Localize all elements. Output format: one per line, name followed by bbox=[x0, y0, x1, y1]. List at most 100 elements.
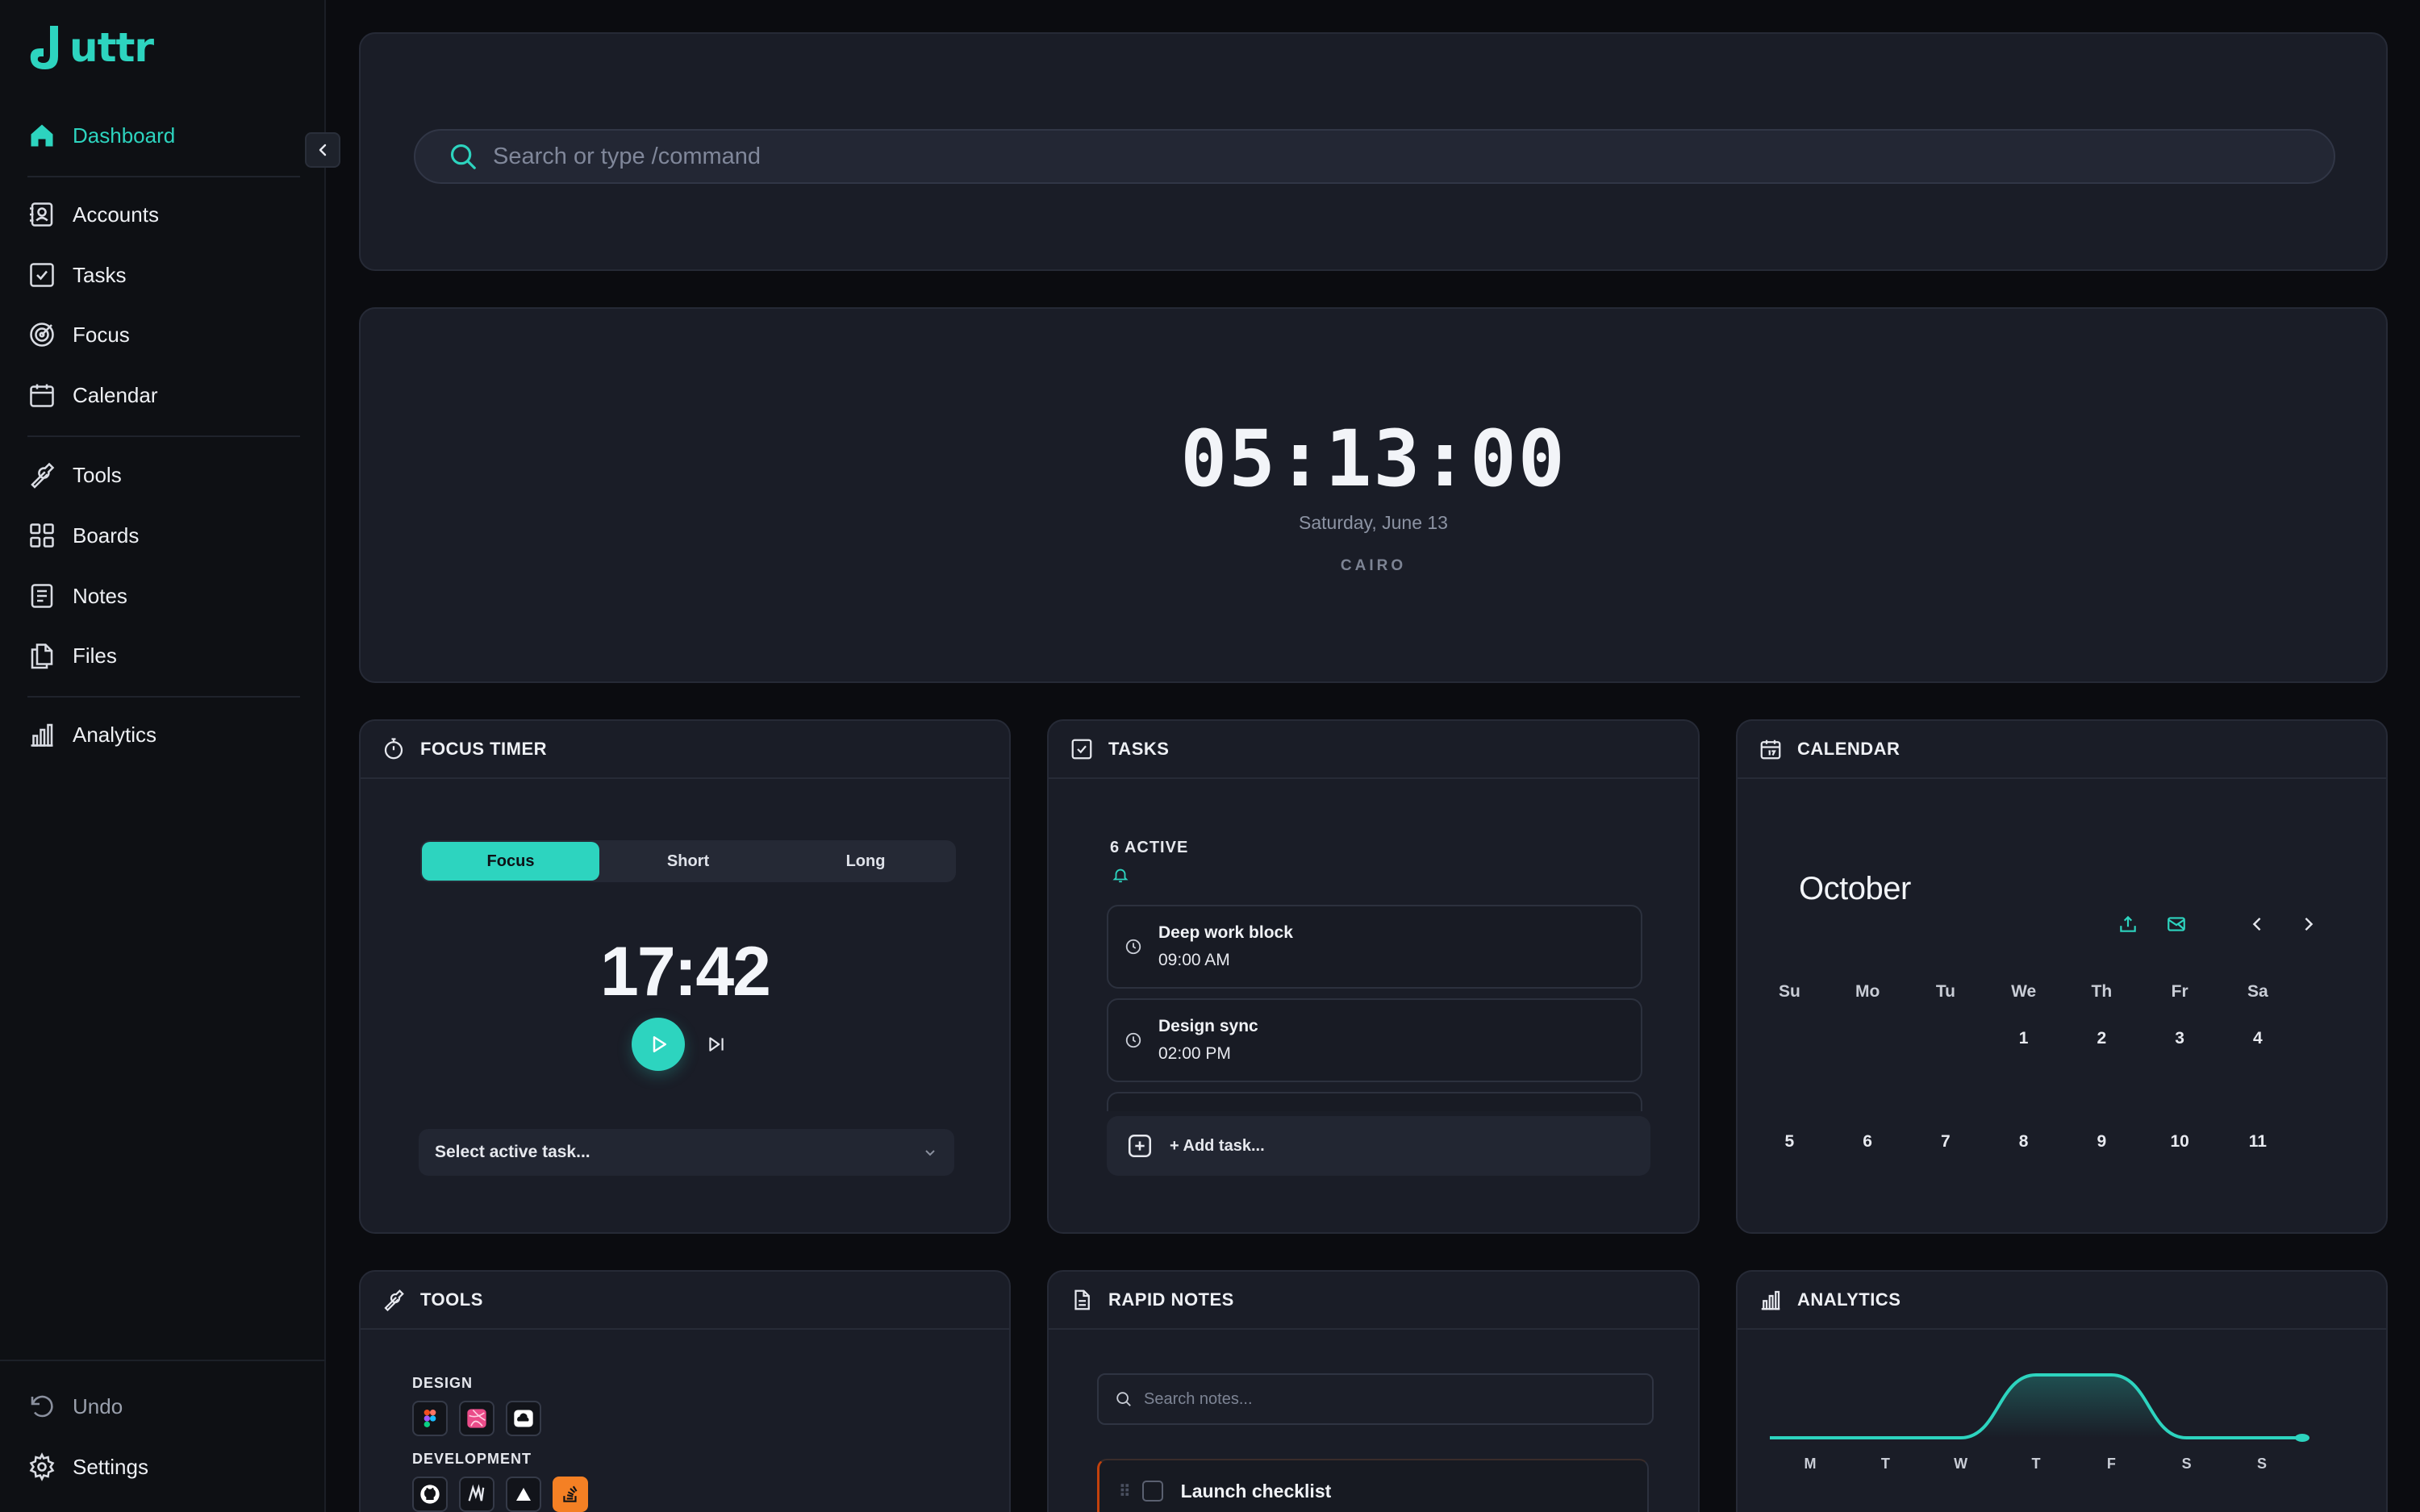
active-task-select[interactable]: Select active task... bbox=[419, 1129, 954, 1176]
sidebar: uttr Dashboard Accounts Tasks Focus Cale… bbox=[0, 0, 326, 1512]
sidebar-item-boards[interactable]: Boards bbox=[27, 511, 139, 560]
undo-button[interactable]: Undo bbox=[27, 1382, 123, 1431]
prev-month-button[interactable] bbox=[2243, 910, 2272, 939]
active-task-count: 6 ACTIVE bbox=[1110, 839, 1189, 856]
widget-title: ANALYTICS bbox=[1797, 1289, 1901, 1310]
checkbox-icon bbox=[30, 263, 54, 287]
add-task-label: + Add task... bbox=[1170, 1136, 1265, 1155]
mode-focus-button[interactable]: Focus bbox=[422, 842, 599, 881]
play-button[interactable] bbox=[632, 1018, 685, 1071]
calendar-week: 5 6 7 8 9 10 11 bbox=[1750, 1126, 2375, 1158]
chart-x-tick-label: S bbox=[2182, 1456, 2192, 1472]
vercel-icon[interactable] bbox=[506, 1477, 541, 1512]
calendar-day bbox=[1750, 1023, 1829, 1055]
bell-icon[interactable] bbox=[1112, 866, 1129, 884]
calendar-day[interactable]: 9 bbox=[2063, 1126, 2141, 1158]
widget-header: ANALYTICS bbox=[1738, 1272, 2386, 1330]
sidebar-item-tools[interactable]: Tools bbox=[27, 451, 122, 499]
sidebar-item-label: Tools bbox=[73, 462, 122, 487]
mode-long-button[interactable]: Long bbox=[777, 842, 954, 881]
command-search-bar[interactable] bbox=[414, 129, 2335, 184]
search-icon bbox=[1116, 1392, 1131, 1406]
task-select-value: Select active task... bbox=[435, 1143, 590, 1161]
calendar-day[interactable]: 8 bbox=[1984, 1126, 2063, 1158]
note-item[interactable]: ⠿ Launch checklist bbox=[1097, 1459, 1649, 1512]
sidebar-item-files[interactable]: Files bbox=[27, 631, 117, 680]
widget-header: TASKS bbox=[1049, 721, 1698, 779]
target-icon bbox=[30, 323, 54, 347]
calendar-day[interactable]: 5 bbox=[1750, 1126, 1829, 1158]
task-item[interactable]: Deep work block 09:00 AM bbox=[1107, 905, 1642, 989]
search-card bbox=[359, 32, 2388, 271]
skip-forward-icon bbox=[709, 1037, 724, 1052]
sidebar-item-accounts[interactable]: Accounts bbox=[27, 190, 159, 239]
collapse-sidebar-button[interactable] bbox=[305, 132, 340, 168]
widget-title: FOCUS TIMER bbox=[420, 739, 548, 759]
calendar-day[interactable]: 10 bbox=[2141, 1126, 2219, 1158]
figma-icon[interactable] bbox=[412, 1401, 448, 1436]
calendar-day[interactable]: 4 bbox=[2219, 1023, 2297, 1055]
calendar-day[interactable]: 11 bbox=[2219, 1126, 2297, 1158]
settings-label: Settings bbox=[73, 1454, 148, 1479]
calendar-day[interactable]: 3 bbox=[2141, 1023, 2219, 1055]
sidebar-item-notes[interactable]: Notes bbox=[27, 572, 127, 620]
skip-button[interactable] bbox=[703, 1031, 730, 1058]
email-button[interactable] bbox=[2162, 910, 2191, 939]
focus-timer-widget: FOCUS TIMER Focus Short Long 17:42 Selec… bbox=[359, 719, 1011, 1234]
export-button[interactable] bbox=[2113, 910, 2143, 939]
widget-header: TOOLS bbox=[361, 1272, 1009, 1330]
analytics-widget: ANALYTICS M T W T F S S bbox=[1736, 1270, 2388, 1512]
sidebar-item-label: Files bbox=[73, 643, 117, 668]
widget-header: CALENDAR bbox=[1738, 721, 2386, 779]
sidebar-item-dashboard[interactable]: Dashboard bbox=[27, 111, 175, 160]
wrench-icon bbox=[384, 1289, 404, 1312]
calendar-day[interactable]: 1 bbox=[1984, 1023, 2063, 1055]
gear-icon bbox=[29, 1452, 55, 1481]
calendar-day bbox=[1829, 1023, 1907, 1055]
logo-mark-icon bbox=[30, 26, 58, 69]
settings-button[interactable]: Settings bbox=[27, 1443, 148, 1491]
widget-header: FOCUS TIMER bbox=[361, 721, 1009, 779]
widget-title: RAPID NOTES bbox=[1108, 1289, 1234, 1310]
task-time: 02:00 PM bbox=[1158, 1044, 1231, 1063]
development-tools bbox=[412, 1477, 588, 1512]
sidebar-item-label: Accounts bbox=[73, 202, 159, 227]
notes-search[interactable] bbox=[1097, 1373, 1654, 1425]
cloud-icon[interactable] bbox=[506, 1401, 541, 1436]
stopwatch-icon bbox=[384, 738, 403, 760]
dribbble-icon[interactable] bbox=[459, 1401, 494, 1436]
sidebar-item-tasks[interactable]: Tasks bbox=[27, 251, 126, 299]
sidebar-item-label: Dashboard bbox=[73, 123, 176, 148]
document-icon bbox=[1074, 1289, 1090, 1310]
timer-display: 17:42 bbox=[600, 933, 771, 1010]
sidebar-item-label: Boards bbox=[73, 523, 140, 548]
tool-group-label: DESIGN bbox=[412, 1375, 474, 1391]
chart-area-fill bbox=[1770, 1375, 2302, 1438]
clock-icon bbox=[1125, 1032, 1141, 1048]
add-task-button[interactable]: + Add task... bbox=[1107, 1116, 1650, 1176]
widget-title: CALENDAR bbox=[1797, 739, 1901, 759]
sidebar-item-calendar[interactable]: Calendar bbox=[27, 371, 158, 419]
task-item[interactable] bbox=[1107, 1092, 1642, 1111]
calendar-day[interactable]: 2 bbox=[2063, 1023, 2141, 1055]
task-item[interactable]: Design sync 02:00 PM bbox=[1107, 998, 1642, 1082]
calendar-icon bbox=[1760, 739, 1781, 760]
search-input[interactable] bbox=[493, 143, 2106, 170]
drag-handle-icon[interactable]: ⠿ bbox=[1119, 1481, 1131, 1502]
mode-short-button[interactable]: Short bbox=[599, 842, 777, 881]
stackoverflow-icon[interactable] bbox=[553, 1477, 588, 1512]
next-month-button[interactable] bbox=[2294, 910, 2323, 939]
calendar-day[interactable]: 7 bbox=[1907, 1126, 1985, 1158]
sidebar-item-focus[interactable]: Focus bbox=[27, 310, 130, 359]
notes-search-input[interactable] bbox=[1144, 1389, 1628, 1409]
m-icon[interactable] bbox=[459, 1477, 494, 1512]
calendar-day[interactable]: 6 bbox=[1829, 1126, 1907, 1158]
chevron-left-icon bbox=[319, 144, 327, 156]
app-logo[interactable]: uttr bbox=[26, 24, 154, 71]
sidebar-item-analytics[interactable]: Analytics bbox=[27, 710, 156, 759]
github-icon[interactable] bbox=[412, 1477, 448, 1512]
files-icon bbox=[31, 644, 53, 669]
weekday-label: Th bbox=[2091, 982, 2113, 1001]
note-checkbox[interactable] bbox=[1141, 1481, 1163, 1502]
task-title: Deep work block bbox=[1158, 923, 1293, 942]
